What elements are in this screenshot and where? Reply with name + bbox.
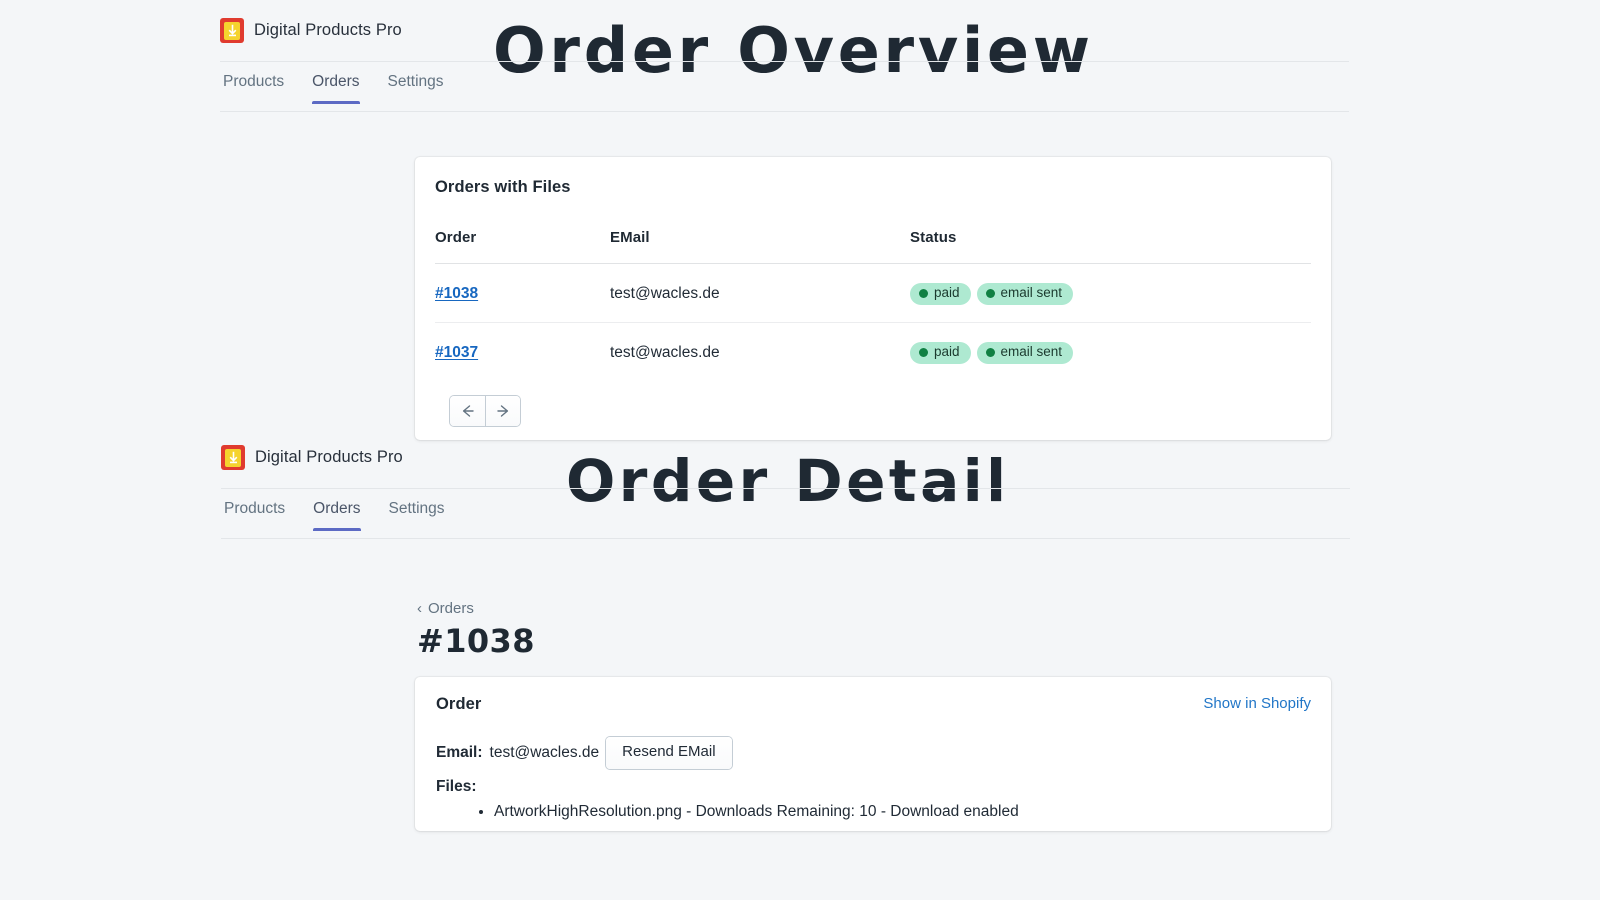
pagination-next-button[interactable] xyxy=(485,396,520,426)
order-link-1038[interactable]: #1038 xyxy=(435,285,478,302)
pagination-previous-button[interactable] xyxy=(450,396,485,426)
tab-bar: Products Orders Settings xyxy=(221,489,1350,539)
column-header-email: EMail xyxy=(610,229,910,264)
table-row: #1038 test@wacles.de paid xyxy=(435,264,1311,323)
brand-name: Digital Products Pro xyxy=(255,448,403,467)
breadcrumb-label: Orders xyxy=(428,600,474,617)
status-badge-paid: paid xyxy=(910,283,971,305)
orders-with-files-card: Orders with Files Order EMail Status #10… xyxy=(415,157,1331,440)
order-detail-panel: Digital Products Pro Products Orders Set… xyxy=(0,427,1600,539)
files-label: Files: xyxy=(436,778,1311,796)
page-title: #1038 xyxy=(417,622,535,660)
brand: Digital Products Pro xyxy=(221,445,403,470)
status-badges: paid email sent xyxy=(910,283,1311,305)
chevron-left-icon: ‹ xyxy=(417,601,422,616)
app-header: Digital Products Pro xyxy=(220,0,1349,62)
column-header-order: Order xyxy=(435,229,610,264)
status-dot-icon xyxy=(986,289,995,298)
brand-name: Digital Products Pro xyxy=(254,21,402,40)
tab-orders[interactable]: Orders xyxy=(298,73,373,104)
status-badge-label: paid xyxy=(934,286,960,301)
email-row: Email: test@wacles.de Resend EMail xyxy=(436,737,1311,769)
breadcrumb[interactable]: ‹ Orders xyxy=(417,600,474,617)
pagination xyxy=(450,396,520,426)
arrow-right-icon xyxy=(495,404,511,418)
resend-email-button[interactable]: Resend EMail xyxy=(606,737,731,769)
table-row: #1037 test@wacles.de paid xyxy=(435,322,1311,380)
status-badges: paid email sent xyxy=(910,342,1311,364)
tab-settings[interactable]: Settings xyxy=(375,500,459,531)
email-label: Email: xyxy=(436,743,483,763)
status-dot-icon xyxy=(919,289,928,298)
arrow-left-icon xyxy=(460,404,476,418)
screen-root: Order Overview Digital Products Pro P xyxy=(0,0,1600,900)
list-item: ArtworkHighResolution.png - Downloads Re… xyxy=(494,800,1311,823)
order-email: test@wacles.de xyxy=(610,322,910,380)
tab-bar: Products Orders Settings xyxy=(220,62,1349,112)
status-dot-icon xyxy=(986,348,995,357)
tab-orders[interactable]: Orders xyxy=(299,500,374,531)
tab-products[interactable]: Products xyxy=(220,73,298,104)
orders-table: Order EMail Status #1038 test@wacles.de xyxy=(435,229,1311,381)
show-in-shopify-link[interactable]: Show in Shopify xyxy=(1203,695,1311,712)
tab-products[interactable]: Products xyxy=(221,500,299,531)
order-overview-panel: Digital Products Pro Products Orders Set… xyxy=(0,0,1600,112)
app-header: Digital Products Pro xyxy=(221,427,1350,489)
brand: Digital Products Pro xyxy=(220,18,402,43)
card-heading-order: Order xyxy=(436,695,481,714)
download-badge-icon xyxy=(220,18,244,43)
status-badge-email-sent: email sent xyxy=(977,342,1074,364)
status-badge-label: email sent xyxy=(1001,345,1063,360)
files-list: ArtworkHighResolution.png - Downloads Re… xyxy=(436,800,1311,823)
status-badge-email-sent: email sent xyxy=(977,283,1074,305)
column-header-status: Status xyxy=(910,229,1311,264)
order-email: test@wacles.de xyxy=(610,264,910,323)
tab-settings[interactable]: Settings xyxy=(374,73,458,104)
download-badge-icon xyxy=(221,445,245,470)
card-heading-orders-with-files: Orders with Files xyxy=(435,178,1311,197)
status-badge-label: paid xyxy=(934,345,960,360)
order-link-1037[interactable]: #1037 xyxy=(435,344,478,361)
status-dot-icon xyxy=(919,348,928,357)
table-header-row: Order EMail Status xyxy=(435,229,1311,264)
status-badge-label: email sent xyxy=(1001,286,1063,301)
email-value: test@wacles.de xyxy=(490,743,600,763)
status-badge-paid: paid xyxy=(910,342,971,364)
order-detail-card: Order Show in Shopify Email: test@wacles… xyxy=(415,677,1331,831)
